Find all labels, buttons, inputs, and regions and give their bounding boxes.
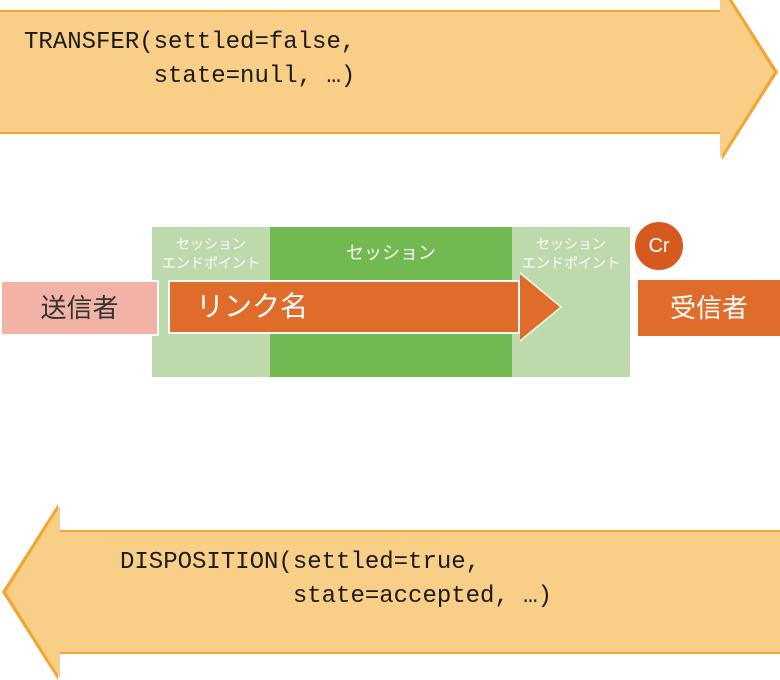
link-arrow: リンク名: [168, 280, 560, 334]
sender-node: 送信者: [0, 280, 159, 336]
transfer-arrow: TRANSFER(settled=false, state=null, …): [0, 10, 720, 134]
link-arrowhead: [520, 274, 560, 340]
disposition-text: DISPOSITION(settled=true, state=accepted…: [60, 532, 780, 627]
receiver-node: 受信者: [638, 280, 780, 336]
transfer-text: TRANSFER(settled=false, state=null, …): [0, 12, 720, 107]
disposition-arrow: DISPOSITION(settled=true, state=accepted…: [60, 530, 780, 654]
session-endpoint-right: セッションエンドポイント: [512, 235, 630, 273]
link-name-label: リンク名: [168, 280, 520, 334]
link-credit-badge: Cr: [633, 220, 685, 272]
